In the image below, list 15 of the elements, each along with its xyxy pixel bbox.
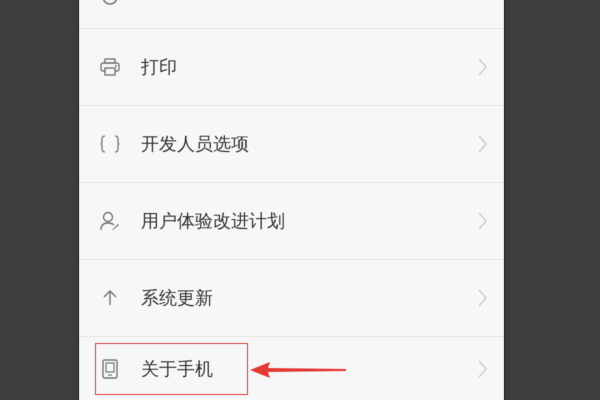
printer-icon (100, 58, 120, 76)
user-icon (100, 211, 120, 231)
chevron-right-icon (478, 212, 487, 230)
chevron-right-icon (478, 289, 487, 307)
chevron-right-icon (478, 58, 487, 76)
settings-item[interactable]: 开发人员选项 (79, 106, 504, 183)
settings-item[interactable]: 系统更新 (79, 260, 504, 337)
braces-icon (100, 135, 120, 153)
chevron-right-icon (478, 360, 487, 378)
settings-item[interactable]: 用户体验改进计划 (79, 183, 504, 260)
phone-icon (102, 358, 118, 378)
chevron-right-icon (478, 135, 487, 153)
settings-item[interactable]: 打印 (79, 29, 504, 106)
arrow-up-icon (102, 290, 118, 306)
settings-item[interactable]: 关于手机 (79, 337, 504, 400)
